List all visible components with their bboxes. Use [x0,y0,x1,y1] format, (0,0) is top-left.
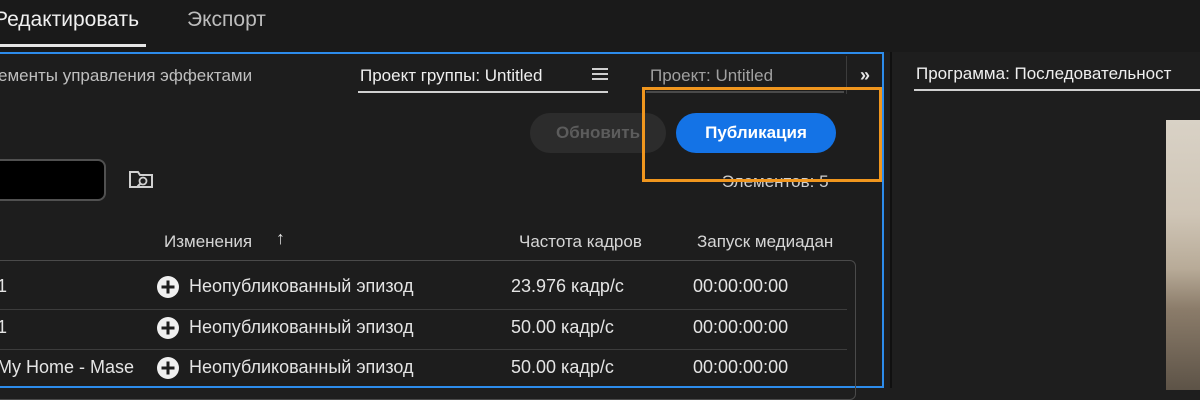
active-tab-indicator [0,44,146,47]
search-folder-icon[interactable] [128,168,156,190]
search-input[interactable] [0,159,106,201]
workspace-bar: Редактировать Экспорт [0,0,1200,52]
panel-menu-icon[interactable] [592,68,608,80]
workspace-tab-export[interactable]: Экспорт [187,8,266,32]
row-name: 1 [0,276,8,296]
table-row[interactable]: 1 Неопубликованный эпизод 23.976 кадр/с … [0,267,847,307]
sort-ascending-icon[interactable]: ↑ [276,228,285,249]
tab-project[interactable]: Проект: Untitled [650,66,773,86]
program-monitor-panel: Программа: Последовательност [890,52,1200,390]
add-circle-icon [156,316,180,340]
row-frame-rate: 23.976 кадр/с [511,276,624,296]
program-video-frame [1166,120,1200,390]
workspace-tab-edit[interactable]: Редактировать [0,8,139,32]
row-name: 1 [0,317,8,337]
column-header-changes[interactable]: Изменения [164,232,252,252]
add-circle-icon [156,356,180,380]
row-media-start: 00:00:00:00 [693,357,789,377]
row-change: Неопубликованный эпизод [189,317,414,337]
row-media-start: 00:00:00:00 [693,276,789,296]
sequence-table: 1 Неопубликованный эпизод 23.976 кадр/с … [0,260,856,400]
active-panel-tab-indicator [358,91,608,93]
team-project-panel: ементы управления эффектами Проект групп… [0,52,884,400]
tab-team-project[interactable]: Проект группы: Untitled [360,66,542,86]
column-header-frame-rate[interactable]: Частота кадров [519,232,642,252]
table-row[interactable]: 1 Неопубликованный эпизод 50.00 кадр/с 0… [0,308,847,348]
row-media-start: 00:00:00:00 [693,317,789,337]
row-name: My Home - Mase [0,357,135,377]
row-frame-rate: 50.00 кадр/с [511,357,614,377]
column-header-media-start[interactable]: Запуск медиадан [697,232,833,252]
row-frame-rate: 50.00 кадр/с [511,317,614,337]
active-panel-tab-indicator [914,89,1200,91]
tab-program-monitor[interactable]: Программа: Последовательност [916,64,1171,84]
table-row[interactable]: My Home - Mase Неопубликованный эпизод 5… [0,348,847,388]
row-change: Неопубликованный эпизод [189,276,414,296]
tab-effect-controls[interactable]: ементы управления эффектами [0,66,252,86]
highlight-annotation [642,87,882,182]
add-circle-icon [156,275,180,299]
row-change: Неопубликованный эпизод [189,357,414,377]
